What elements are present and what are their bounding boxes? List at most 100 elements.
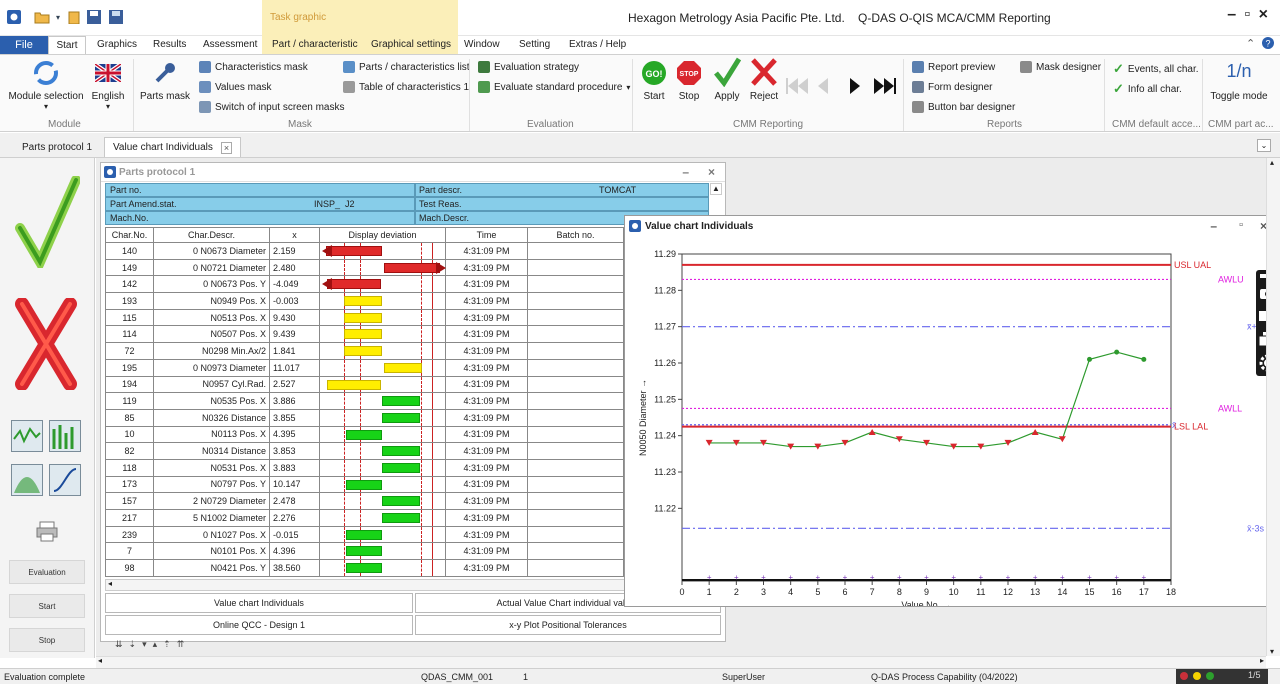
ribbon-collapse-icon[interactable]: ⌃ — [1246, 37, 1255, 50]
start-button[interactable]: GO! Start — [638, 59, 670, 102]
scroll-left-icon[interactable]: ◂ — [108, 579, 112, 588]
close-icon[interactable]: × — [708, 165, 715, 179]
workspace-vertical-scrollbar[interactable]: ▴ ▾ — [1266, 158, 1280, 656]
language-button[interactable]: English ▾ — [88, 59, 128, 111]
col-display-deviation[interactable]: Display deviation — [319, 227, 446, 243]
table-row[interactable]: 193 N0949 Pos. X -0.003 4:31:09 PM — [105, 292, 624, 310]
table-row[interactable]: 217 5 N1002 Diameter 2.276 4:31:09 PM — [105, 509, 624, 527]
menu-assessment[interactable]: Assessment — [203, 39, 257, 50]
mask-designer-button[interactable]: Mask designer — [1020, 61, 1101, 73]
col-x[interactable]: x — [269, 227, 320, 243]
move-up-icon[interactable]: ▴ — [153, 639, 164, 649]
window-controls[interactable]: – ▫ × — [1227, 6, 1270, 24]
tab-parts-protocol[interactable]: Parts protocol 1 — [14, 137, 100, 157]
sort-down-icon[interactable]: ⇣ — [129, 639, 143, 649]
open-folder-icon[interactable] — [34, 9, 50, 25]
dropdown-arrow-icon[interactable]: ▾ — [50, 9, 66, 25]
table-row[interactable]: 114 N0507 Pos. X 9.439 4:31:09 PM — [105, 325, 624, 344]
close-tab-icon[interactable]: × — [220, 141, 233, 154]
table-row[interactable]: 72 N0298 Min.Ax/2 1.841 4:31:09 PM — [105, 342, 624, 360]
start-side-button[interactable]: Start — [9, 594, 85, 618]
save-all-icon[interactable] — [108, 9, 124, 25]
table-row[interactable]: 173 N0797 Pos. Y 10.147 4:31:09 PM — [105, 475, 624, 494]
scroll-down-icon[interactable]: ▾ — [1270, 647, 1274, 656]
reject-x-icon[interactable] — [14, 297, 78, 393]
menu-start[interactable]: Start — [48, 36, 86, 54]
info-all-button[interactable]: ✓ Info all char. — [1113, 81, 1182, 97]
menu-file[interactable]: File — [0, 36, 48, 54]
accept-check-icon[interactable] — [14, 175, 81, 273]
evaluation-button[interactable]: Evaluation — [9, 560, 85, 584]
last-record-icon[interactable] — [872, 77, 898, 98]
table-row[interactable]: 115 N0513 Pos. X 9.430 4:31:09 PM — [105, 308, 624, 327]
col-char-no[interactable]: Char.No. — [105, 227, 154, 243]
table-row[interactable]: 85 N0326 Distance 3.855 4:31:09 PM — [105, 408, 624, 427]
menu-window[interactable]: Window — [464, 39, 500, 50]
scroll-left-icon[interactable]: ◂ — [98, 656, 102, 665]
col-batch-no[interactable]: Batch no. — [527, 227, 624, 243]
toggle-mode-button[interactable]: 1/n Toggle mode — [1206, 61, 1272, 102]
online-qcc-button[interactable]: Online QCC - Design 1 — [105, 615, 413, 635]
table-row[interactable]: 140 0 N0673 Diameter 2.159 4:31:09 PM — [105, 242, 624, 260]
table-row[interactable]: 119 N0535 Pos. X 3.886 4:31:09 PM — [105, 392, 624, 410]
maximize-icon[interactable]: ▫ — [1239, 219, 1243, 231]
menu-setting[interactable]: Setting — [519, 39, 550, 50]
col-char-descr[interactable]: Char.Descr. — [153, 227, 270, 243]
table-row[interactable]: 98 N0421 Pos. Y 38.560 4:31:09 PM — [105, 559, 624, 577]
xy-plot-button[interactable]: x-y Plot Positional Tolerances — [415, 615, 721, 635]
stop-button[interactable]: STOP Stop — [674, 59, 704, 102]
table-row[interactable]: 149 0 N0721 Diameter 2.480 4:31:09 PM — [105, 258, 624, 277]
switch-masks-button[interactable]: Switch of input screen masks — [199, 101, 345, 113]
report-preview-button[interactable]: Report preview — [912, 61, 995, 73]
table-row[interactable]: 157 2 N0729 Diameter 2.478 4:31:09 PM — [105, 492, 624, 510]
evaluation-strategy-button[interactable]: Evaluation strategy — [478, 61, 579, 73]
button-bar-designer-button[interactable]: Button bar designer — [912, 101, 1015, 113]
evaluate-standard-button[interactable]: Evaluate standard procedure ▾ — [478, 81, 630, 93]
table-row[interactable]: 195 0 N0973 Diameter 11.017 4:31:09 PM — [105, 358, 624, 377]
table-of-char-button[interactable]: Table of characteristics 1 — [343, 81, 469, 93]
reject-button[interactable]: Reject — [748, 57, 780, 102]
run-chart-tile-icon[interactable] — [49, 420, 81, 452]
next-record-icon[interactable] — [848, 77, 862, 98]
move-down-icon[interactable]: ▾ — [142, 639, 153, 649]
menu-part-characteristic[interactable]: Part / characteristic — [272, 39, 358, 50]
values-mask-button[interactable]: Values mask — [199, 81, 272, 93]
table-row[interactable]: 7 N0101 Pos. X 4.396 4:31:09 PM — [105, 542, 624, 561]
module-selection-button[interactable]: Module selection ▾ — [8, 59, 84, 111]
parts-char-list-button[interactable]: Parts / characteristics list — [343, 61, 470, 73]
menu-graphical-settings[interactable]: Graphical settings — [371, 39, 451, 50]
characteristics-mask-button[interactable]: Characteristics mask — [199, 61, 308, 73]
table-row[interactable]: 82 N0314 Distance 3.853 4:31:09 PM — [105, 442, 624, 460]
form-designer-button[interactable]: Form designer — [912, 81, 992, 93]
table-row[interactable]: 194 N0957 Cyl.Rad. 2.527 4:31:09 PM — [105, 375, 624, 394]
table-row[interactable]: 239 0 N1027 Pos. X -0.015 4:31:09 PM — [105, 525, 624, 544]
help-icon[interactable]: ? — [1262, 37, 1274, 52]
previous-record-icon[interactable] — [816, 77, 830, 98]
workspace-horizontal-scrollbar[interactable]: ◂ ▸ — [96, 656, 1266, 668]
probability-plot-tile-icon[interactable] — [49, 464, 81, 496]
table-row[interactable]: 118 N0531 Pos. X 3.883 4:31:09 PM — [105, 458, 624, 477]
header-scroll-up-icon[interactable]: ▲ — [710, 183, 722, 195]
minimize-icon[interactable]: – — [1210, 219, 1217, 233]
save-icon[interactable] — [86, 9, 102, 25]
events-all-button[interactable]: ✓ Events, all char. — [1113, 61, 1199, 77]
stop-side-button[interactable]: Stop — [9, 628, 85, 652]
menu-graphics[interactable]: Graphics — [97, 39, 137, 50]
clipboard-icon[interactable] — [66, 9, 82, 25]
tabs-overflow-icon[interactable]: ⌄ — [1257, 139, 1271, 152]
apply-button[interactable]: Apply — [710, 57, 744, 102]
value-chart-tile-icon[interactable] — [11, 420, 43, 452]
col-time[interactable]: Time — [445, 227, 528, 243]
scroll-right-icon[interactable]: ▸ — [1260, 656, 1264, 665]
first-record-icon[interactable] — [786, 77, 810, 98]
table-row[interactable]: 142 0 N0673 Pos. Y -4.049 4:31:09 PM — [105, 275, 624, 294]
table-row[interactable]: 10 N0113 Pos. X 4.395 4:31:09 PM — [105, 425, 624, 444]
value-chart-button[interactable]: Value chart Individuals — [105, 593, 413, 613]
app-icon[interactable] — [6, 9, 22, 25]
parts-mask-button[interactable]: Parts mask — [140, 59, 190, 102]
tab-value-chart[interactable]: Value chart Individuals × — [104, 137, 242, 157]
printer-icon[interactable] — [36, 520, 58, 545]
sort-up-icon[interactable]: ⇡ — [163, 639, 177, 649]
histogram-tile-icon[interactable] — [11, 464, 43, 496]
menu-results[interactable]: Results — [153, 39, 186, 50]
